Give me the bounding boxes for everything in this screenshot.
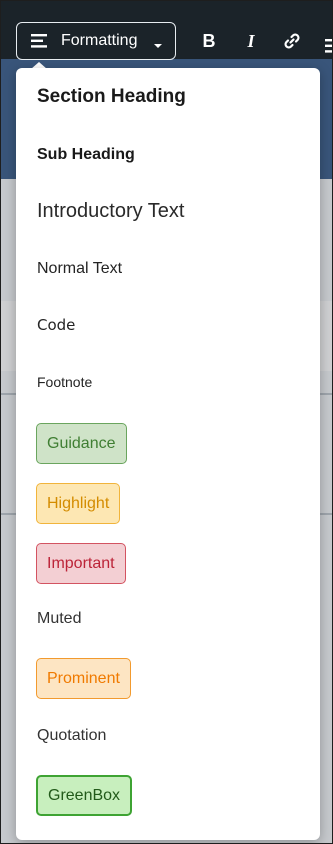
menu-item-footnote[interactable]: Footnote xyxy=(37,374,92,390)
caret-down-icon xyxy=(154,37,162,48)
menu-item-code[interactable]: Code xyxy=(37,316,75,334)
formatting-dropdown-button[interactable]: Formatting xyxy=(16,22,176,60)
menu-lines-icon xyxy=(31,34,49,48)
menu-item-introductory-text[interactable]: Introductory Text xyxy=(37,200,184,223)
italic-icon: I xyxy=(247,31,255,51)
bold-icon: B xyxy=(202,31,216,51)
menu-item-sub-heading[interactable]: Sub Heading xyxy=(37,146,135,164)
editor-window: Formatting B I Section Heading Sub Headi… xyxy=(0,0,333,844)
align-icon xyxy=(321,35,332,53)
editor-toolbar: Formatting B I xyxy=(1,1,332,60)
link-icon xyxy=(283,32,301,56)
bold-button[interactable]: B xyxy=(197,29,221,53)
menu-item-greenbox[interactable]: GreenBox xyxy=(36,775,133,816)
menu-item-prominent[interactable]: Prominent xyxy=(36,658,131,699)
menu-item-quotation[interactable]: Quotation xyxy=(37,727,106,745)
link-button[interactable] xyxy=(280,29,304,53)
menu-item-normal-text[interactable]: Normal Text xyxy=(37,260,122,278)
more-toolbar-button[interactable] xyxy=(321,29,332,53)
menu-item-important[interactable]: Important xyxy=(36,543,126,584)
italic-button[interactable]: I xyxy=(239,29,263,53)
menu-item-muted[interactable]: Muted xyxy=(37,610,81,628)
menu-item-section-heading[interactable]: Section Heading xyxy=(37,86,186,108)
menu-item-guidance[interactable]: Guidance xyxy=(36,423,127,464)
menu-item-highlight[interactable]: Highlight xyxy=(36,483,121,524)
formatting-label: Formatting xyxy=(61,32,138,49)
formatting-dropdown-menu: Section Heading Sub Heading Introductory… xyxy=(16,68,320,840)
